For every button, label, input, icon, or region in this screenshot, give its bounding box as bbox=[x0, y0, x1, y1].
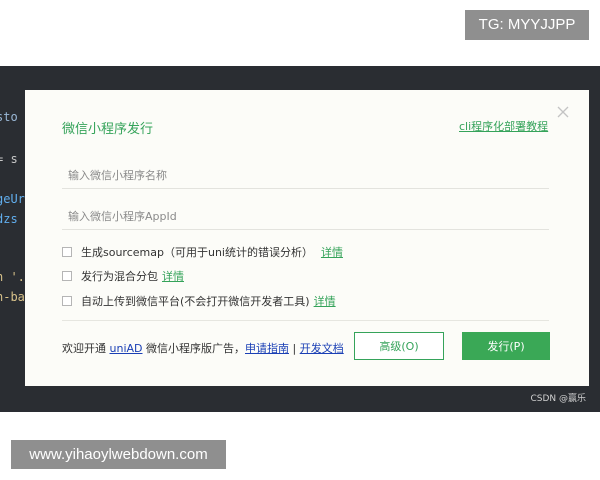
wechat-publish-dialog: 微信小程序发行 cli程序化部署教程 生成sourcemap（可用于uni统计的… bbox=[25, 90, 589, 386]
appid-input[interactable] bbox=[62, 204, 549, 230]
option-label: 自动上传到微信平台(不会打开微信开发者工具) bbox=[81, 295, 310, 308]
app-name-input[interactable] bbox=[62, 163, 549, 189]
option-sourcemap: 生成sourcemap（可用于uni统计的错误分析） 详情 bbox=[62, 244, 343, 260]
code-snippet: geUr bbox=[0, 192, 25, 206]
code-snippet: n '. bbox=[0, 270, 25, 284]
dev-docs-link[interactable]: 开发文档 bbox=[300, 342, 344, 355]
option-label: 发行为混合分包 bbox=[81, 270, 158, 283]
promo-prefix: 欢迎开通 bbox=[62, 342, 110, 355]
link-separator: | bbox=[289, 342, 300, 355]
uniad-link[interactable]: uniAD bbox=[110, 342, 143, 355]
auto-upload-checkbox[interactable] bbox=[62, 296, 72, 306]
mixed-subpackage-checkbox[interactable] bbox=[62, 271, 72, 281]
sourcemap-detail-link[interactable]: 详情 bbox=[321, 244, 343, 260]
csdn-watermark: CSDN @赢乐 bbox=[530, 394, 586, 404]
dialog-title: 微信小程序发行 bbox=[62, 122, 154, 137]
promo-middle: 微信小程序版广告， bbox=[142, 342, 245, 355]
option-mixed-subpackage: 发行为混合分包 详情 bbox=[62, 268, 184, 284]
footer-divider bbox=[62, 320, 549, 321]
sourcemap-checkbox[interactable] bbox=[62, 247, 72, 257]
tg-watermark: TG: MYYJJPP bbox=[465, 10, 589, 40]
close-icon[interactable] bbox=[556, 105, 570, 119]
publish-button[interactable]: 发行(P) bbox=[462, 332, 550, 360]
code-snippet: sto bbox=[0, 110, 18, 124]
option-auto-upload: 自动上传到微信平台(不会打开微信开发者工具) 详情 bbox=[62, 293, 336, 309]
ad-promo-text: 欢迎开通 uniAD 微信小程序版广告，申请指南 | 开发文档 bbox=[62, 340, 344, 356]
apply-guide-link[interactable]: 申请指南 bbox=[245, 342, 289, 355]
code-snippet: dzs bbox=[0, 212, 18, 226]
cli-deploy-tutorial-link[interactable]: cli程序化部署教程 bbox=[459, 118, 548, 134]
code-snippet: = s bbox=[0, 152, 18, 166]
advanced-button[interactable]: 高级(O) bbox=[354, 332, 444, 360]
auto-upload-detail-link[interactable]: 详情 bbox=[314, 293, 336, 309]
mixed-subpackage-detail-link[interactable]: 详情 bbox=[162, 268, 184, 284]
code-snippet: n-ba bbox=[0, 290, 25, 304]
option-label: 生成sourcemap（可用于uni统计的错误分析） bbox=[81, 246, 313, 259]
url-watermark: www.yihaoylwebdown.com bbox=[11, 440, 226, 469]
